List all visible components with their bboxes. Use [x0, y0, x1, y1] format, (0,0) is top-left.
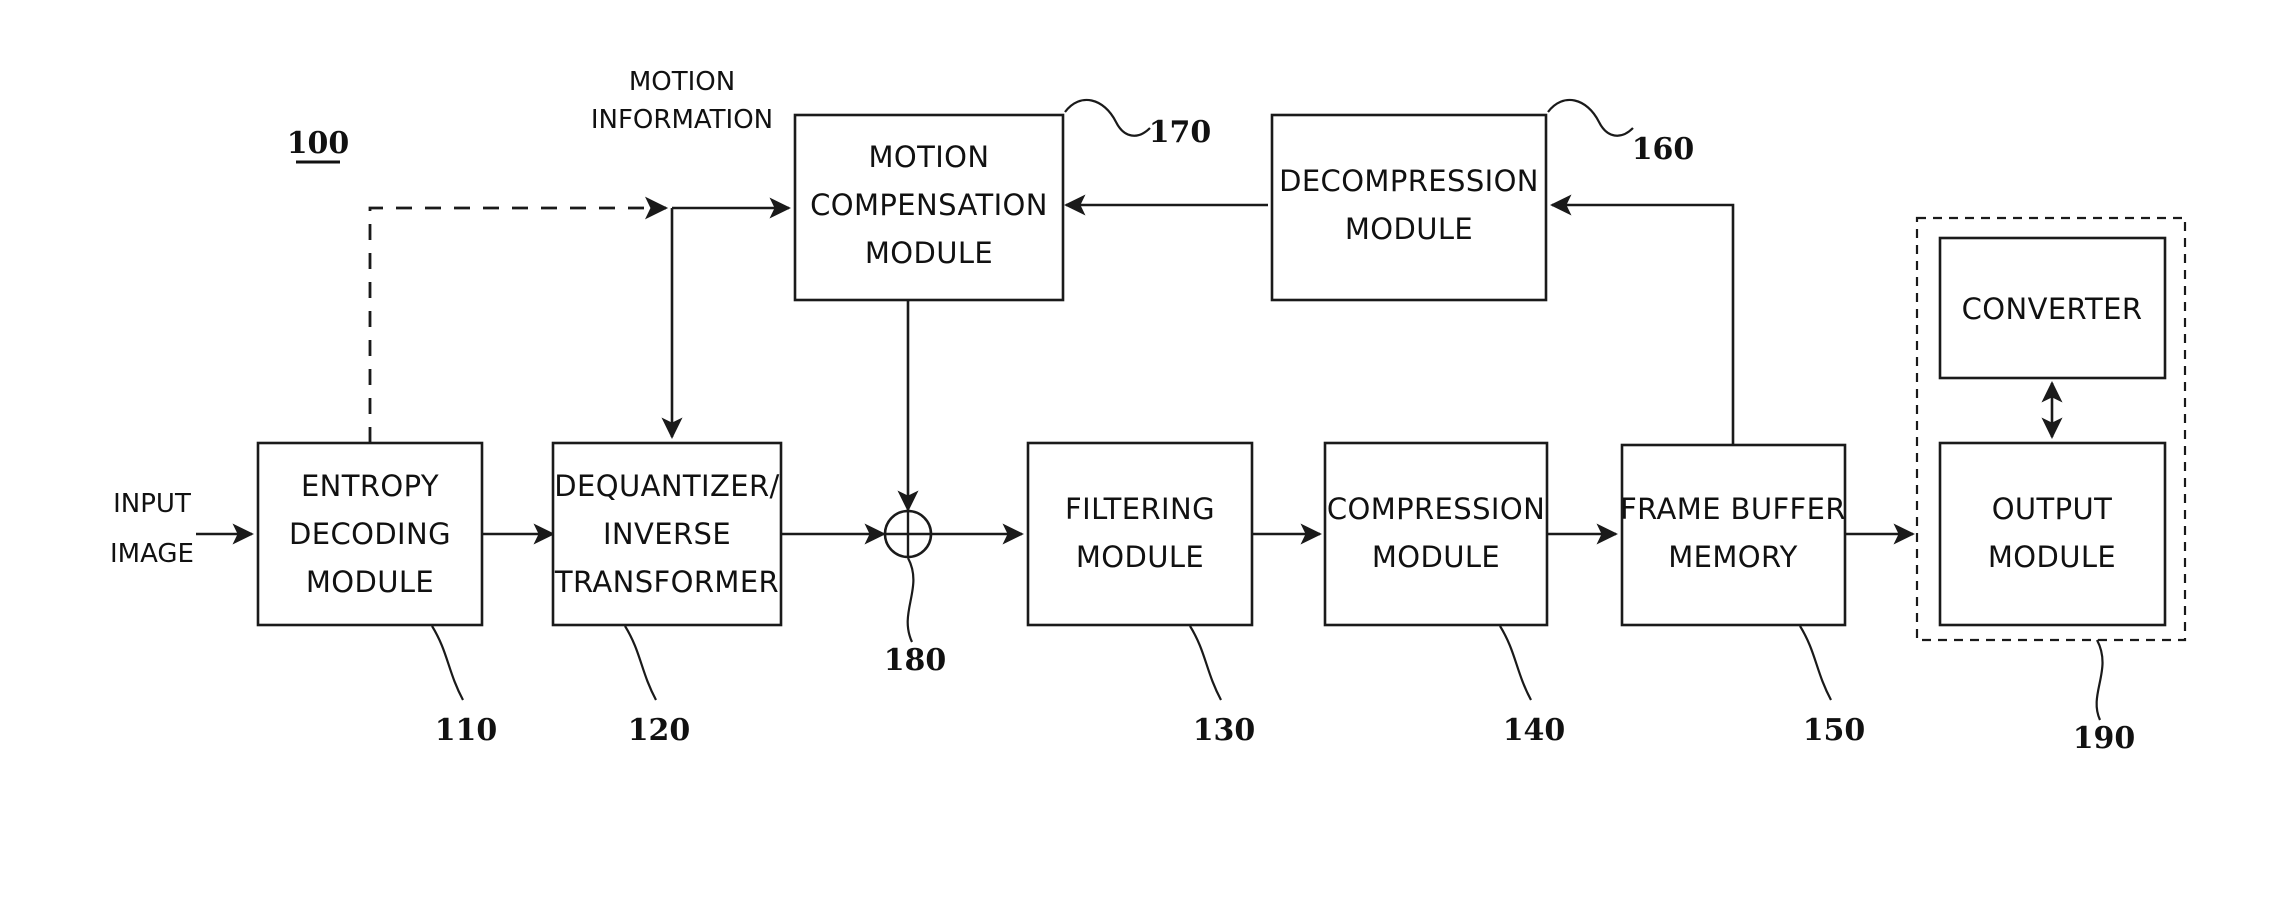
leader-180 [906, 557, 915, 643]
box-motioncomp-line-2: MODULE [865, 236, 993, 270]
box-decompression-module[interactable]: DECOMPRESSION MODULE [1270, 113, 1548, 302]
ref-120: 120 [628, 713, 691, 748]
connector-motion-information-dashed [368, 196, 669, 443]
box-framebuffer-line-0: FRAME BUFFER [1620, 492, 1846, 526]
box-motioncomp-line-1: COMPENSATION [810, 188, 1048, 222]
connector-framebuffer-to-decompression [1550, 194, 1735, 445]
summation-node[interactable] [883, 509, 933, 559]
box-outputmodule-line-0: OUTPUT [1992, 492, 2113, 526]
box-filtering-module[interactable]: FILTERING MODULE [1026, 441, 1254, 627]
box-converter[interactable]: CONVERTER [1938, 236, 2167, 380]
block-diagram: ENTROPY DECODING MODULE DEQUANTIZER/ INV… [110, 67, 2187, 756]
box-compression-line-0: COMPRESSION [1327, 492, 1545, 526]
box-filtering-line-0: FILTERING [1065, 492, 1215, 526]
leader-120 [624, 625, 657, 701]
box-motion-compensation-module[interactable]: MOTION COMPENSATION MODULE [793, 113, 1065, 302]
input-image-line-1: IMAGE [110, 539, 194, 569]
box-entropy-line-2: MODULE [306, 565, 434, 599]
input-image-line-0: INPUT [113, 489, 191, 519]
leader-150 [1799, 625, 1832, 701]
motion-information-line-1: INFORMATION [591, 105, 773, 135]
label-input-image: INPUT IMAGE [110, 489, 194, 569]
label-motion-information: MOTION INFORMATION [591, 67, 773, 135]
box-framebuffer-line-1: MEMORY [1668, 540, 1798, 574]
box-entropy-line-1: DECODING [289, 517, 451, 551]
box-motioncomp-line-0: MOTION [868, 140, 989, 174]
ref-100-group: 100 [287, 126, 350, 164]
box-compression-module[interactable]: COMPRESSION MODULE [1323, 441, 1549, 627]
box-output-module[interactable]: OUTPUT MODULE [1938, 441, 2167, 627]
leader-140 [1499, 625, 1532, 701]
figure-canvas: ENTROPY DECODING MODULE DEQUANTIZER/ INV… [0, 0, 2291, 917]
box-entropy-line-0: ENTROPY [301, 469, 439, 503]
box-entropy-decoding-module[interactable]: ENTROPY DECODING MODULE [256, 441, 484, 627]
ref-100: 100 [287, 126, 350, 161]
ref-110: 110 [435, 713, 498, 748]
leader-130 [1189, 625, 1222, 701]
ref-180: 180 [884, 643, 947, 678]
leader-160 [1547, 98, 1634, 137]
box-dequantizer-line-0: DEQUANTIZER/ [554, 469, 779, 503]
box-converter-line-0: CONVERTER [1962, 292, 2143, 326]
box-decompression-line-1: MODULE [1345, 212, 1473, 246]
leader-170 [1064, 98, 1151, 137]
box-dequantizer-line-1: INVERSE [603, 517, 731, 551]
ref-160: 160 [1632, 132, 1695, 167]
ref-190: 190 [2073, 721, 2136, 756]
box-dequantizer-inverse-transformer[interactable]: DEQUANTIZER/ INVERSE TRANSFORMER [551, 441, 783, 627]
box-dequantizer-line-2: TRANSFORMER [554, 565, 779, 599]
leader-110 [431, 625, 464, 701]
box-outputmodule-line-1: MODULE [1988, 540, 2116, 574]
ref-140: 140 [1503, 713, 1566, 748]
box-compression-line-1: MODULE [1372, 540, 1500, 574]
box-decompression-line-0: DECOMPRESSION [1279, 164, 1539, 198]
box-frame-buffer-memory[interactable]: FRAME BUFFER MEMORY [1620, 443, 1847, 627]
ref-170: 170 [1149, 115, 1212, 150]
box-filtering-line-1: MODULE [1076, 540, 1204, 574]
ref-130: 130 [1193, 713, 1256, 748]
leader-190 [2095, 639, 2104, 721]
ref-150: 150 [1803, 713, 1866, 748]
motion-information-line-0: MOTION [629, 67, 735, 97]
